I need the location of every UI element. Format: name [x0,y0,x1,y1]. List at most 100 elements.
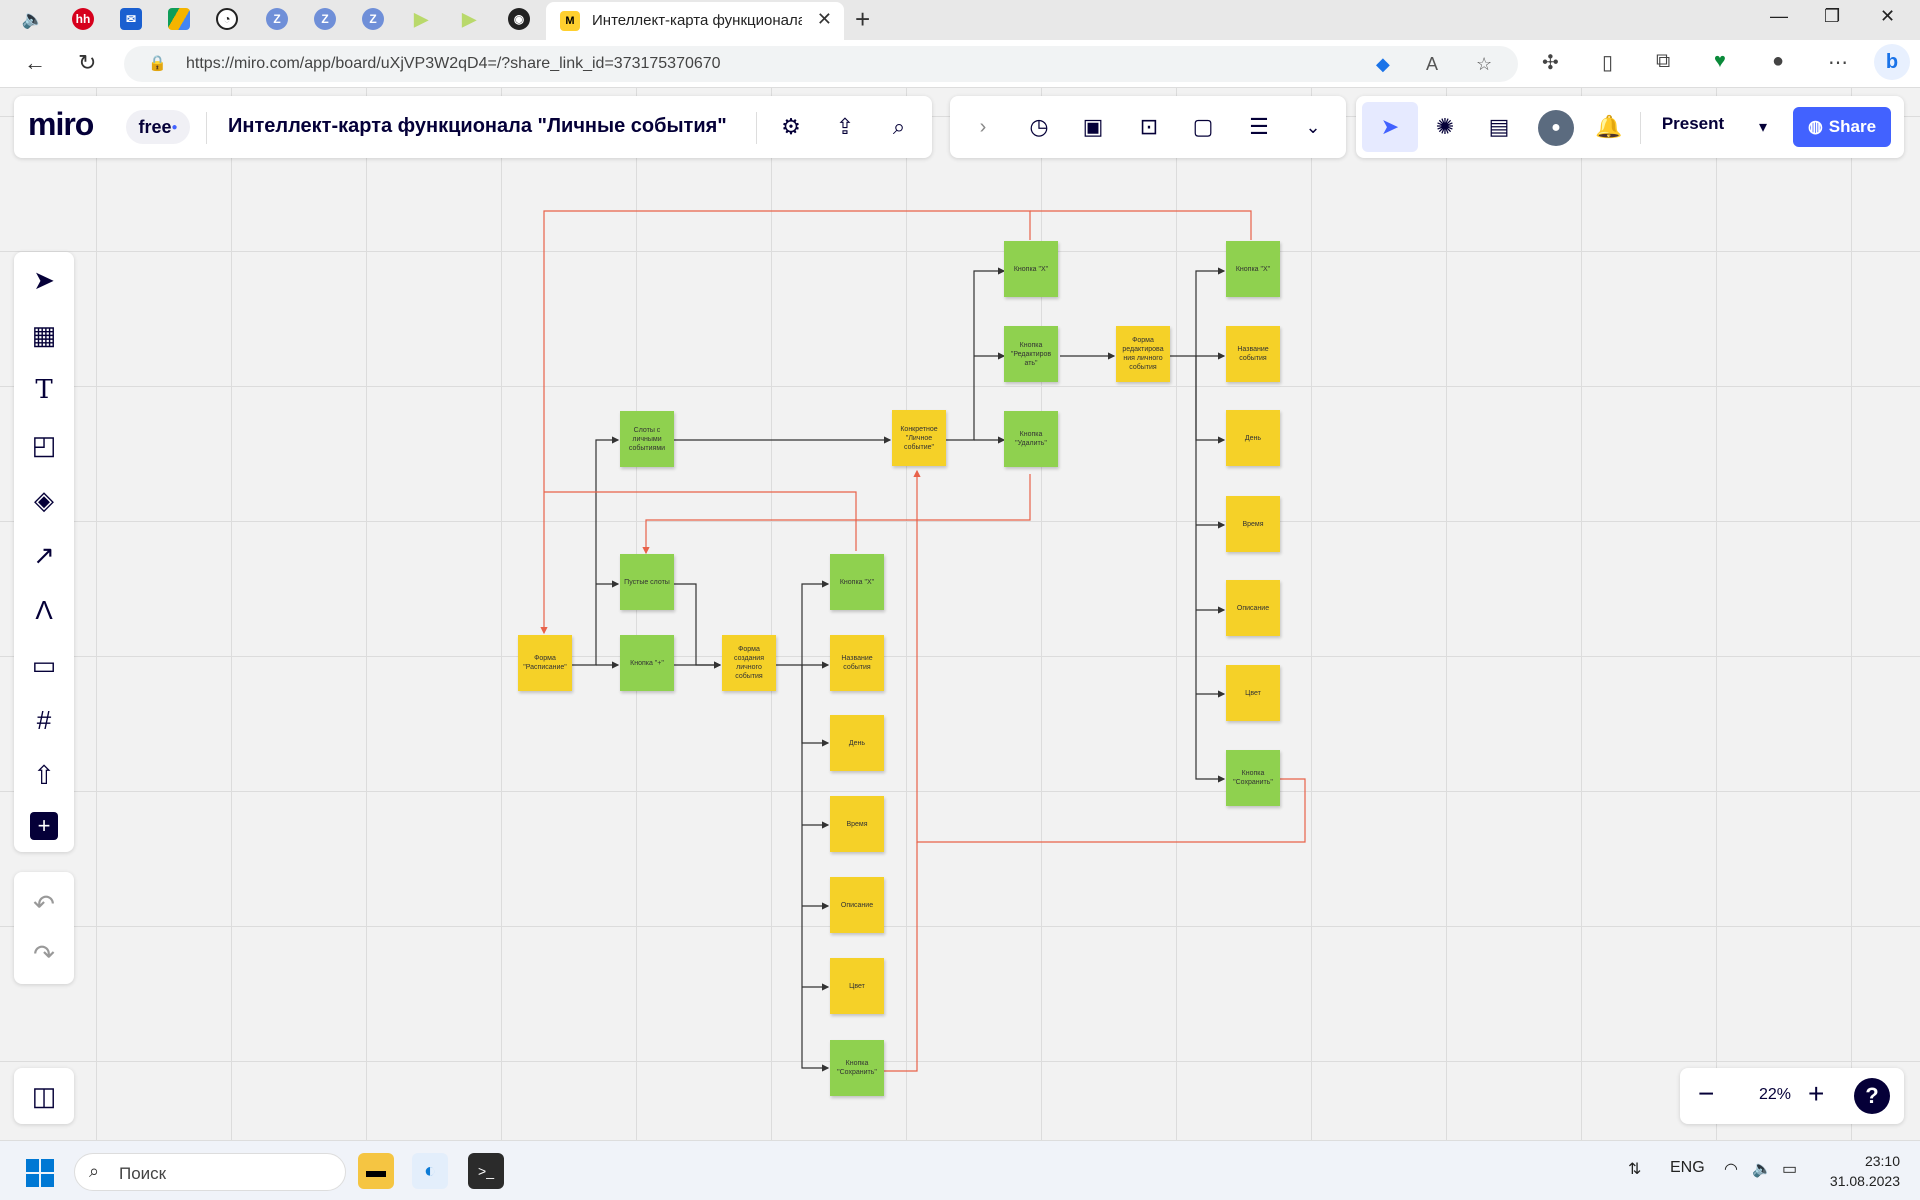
more-apps-plus-icon[interactable]: + [30,812,58,840]
sticky-edit-day[interactable]: День [1226,410,1280,466]
sticky-event-edit[interactable]: Кнопка "Редактиров ать" [1004,326,1058,382]
sticky-edit-time[interactable]: Время [1226,496,1280,552]
avatar[interactable]: ● [1538,110,1574,146]
speaker-icon[interactable]: 🔈 [22,8,44,30]
url-text[interactable]: https://miro.com/app/board/uXjVP3W2qD4=/… [186,55,721,73]
notes-doc-icon[interactable]: ☰ [1242,110,1276,144]
hh-tab-icon[interactable]: hh [72,8,94,30]
collections-icon[interactable]: ⧉ [1656,50,1670,73]
sticky-create-save[interactable]: Кнопка "Сохранить" [830,1040,884,1096]
zoom-tab-icon-1[interactable]: Z [266,8,288,30]
edge-browser-icon[interactable]: ◐ [412,1153,448,1189]
undo-icon[interactable]: ↶ [26,886,62,922]
favorite-star-icon[interactable]: ☆ [1476,54,1492,75]
zoom-in-icon[interactable]: + [1808,1078,1824,1110]
url-field[interactable]: 🔒 https://miro.com/app/board/uXjVP3W2qD4… [124,46,1518,82]
close-tab-icon[interactable]: ✕ [817,9,832,30]
connection-line-icon[interactable]: ↗ [26,537,62,573]
text-tool-icon[interactable]: T [26,372,62,408]
miro-logo[interactable]: miro [28,106,94,143]
sticky-create-x[interactable]: Кнопка "Х" [830,554,884,610]
battery-icon[interactable]: ▭ [1782,1159,1797,1179]
sticky-button-plus[interactable]: Кнопка "+" [620,635,674,691]
cursor-select-icon[interactable]: ➤ [1373,110,1407,144]
reload-icon[interactable]: ↻ [78,50,96,76]
tab-miro-board[interactable]: M Интеллект-карта функционала ✕ [546,2,844,40]
sticky-edit-x[interactable]: Кнопка "Х" [1226,241,1280,297]
volume-icon[interactable]: 🔈 [1752,1159,1772,1179]
github-tab-icon[interactable]: ◉ [508,8,530,30]
sticky-concrete-event[interactable]: Конкретное "Личное событие" [892,410,946,466]
plan-badge[interactable]: free ● [126,110,190,144]
comment-icon[interactable]: ▭ [26,647,62,683]
pen-icon[interactable]: Λ [26,592,62,628]
language-indicator[interactable]: ENG [1670,1159,1705,1177]
wifi-icon[interactable]: ◠ [1724,1159,1738,1179]
file-explorer-icon[interactable]: ▬ [358,1153,394,1189]
sticky-create-name[interactable]: Название события [830,635,884,691]
notifications-bell-icon[interactable]: 🔔 [1592,110,1626,144]
sticky-event-delete[interactable]: Кнопка "Удалить" [1004,411,1058,467]
sticky-form-edit[interactable]: Форма редактирова ния личного события [1116,326,1170,382]
share-button[interactable]: ◍ Share [1793,107,1891,147]
zoom-level[interactable]: 22% [1750,1086,1800,1104]
export-upload-icon[interactable]: ⇪ [828,110,862,144]
windows-start-icon[interactable] [26,1159,54,1187]
sticky-create-time[interactable]: Время [830,796,884,852]
split-screen-icon[interactable]: ▯ [1602,50,1613,75]
celebrate-icon[interactable]: ✺ [1428,110,1462,144]
search-icon[interactable]: ⌕ [882,110,916,144]
help-button[interactable]: ? [1854,1078,1890,1114]
sticky-empty-slots[interactable]: Пустые слоты [620,554,674,610]
read-aloud-icon[interactable]: A [1426,54,1438,75]
timer-icon[interactable]: ◷ [1022,110,1056,144]
bing-copilot-icon[interactable]: b [1874,44,1910,80]
taskbar-search[interactable]: ⌕ Поиск [74,1153,346,1191]
comments-icon[interactable]: ▤ [1482,110,1516,144]
play-tab-icon-2[interactable]: ▶ [458,8,480,30]
browser-essentials-icon[interactable]: ♥ [1714,50,1726,73]
settings-gear-icon[interactable]: ⚙ [774,110,808,144]
restore-icon[interactable]: ❐ [1824,6,1840,27]
zoom-tab-icon-3[interactable]: Z [362,8,384,30]
mail-tab-icon[interactable]: ✉ [120,8,142,30]
back-icon[interactable]: ← [24,50,46,76]
present-button[interactable]: Present [1648,104,1738,144]
tray-settings-icon[interactable]: ⇅ [1628,1159,1641,1179]
coupon-tag-icon[interactable]: ◆ [1376,54,1390,75]
present-dropdown-chevron-icon[interactable]: ▾ [1746,110,1780,144]
shape-reaction-icon[interactable]: ▣ [1076,110,1110,144]
zoom-tab-icon-2[interactable]: Z [314,8,336,30]
zoom-out-icon[interactable]: − [1698,1078,1714,1110]
templates-icon[interactable]: ▦ [26,317,62,353]
chevron-double-down-icon[interactable]: ⌄ [1296,110,1330,144]
shapes-icon[interactable]: ◈ [26,482,62,518]
sticky-edit-name[interactable]: Название события [1226,326,1280,382]
sticky-edit-desc[interactable]: Описание [1226,580,1280,636]
redo-icon[interactable]: ↷ [26,936,62,972]
sticky-edit-save[interactable]: Кнопка "Сохранить" [1226,750,1280,806]
sticky-edit-color[interactable]: Цвет [1226,665,1280,721]
more-icon[interactable]: ⋯ [1828,50,1848,75]
profile-icon[interactable]: ● [1772,50,1784,73]
terminal-icon[interactable]: >_ [468,1153,504,1189]
focus-frame-icon[interactable]: ⊡ [1132,110,1166,144]
chevron-right-icon[interactable]: › [966,110,1000,144]
lock-icon[interactable]: 🔒 [148,54,167,72]
sticky-note-icon[interactable]: ◰ [26,427,62,463]
sticky-create-day[interactable]: День [830,715,884,771]
system-clock[interactable]: 23:10 31.08.2023 [1820,1151,1900,1191]
sticky-form-create[interactable]: Форма создания личного события [722,635,776,691]
sticky-slots-with-events[interactable]: Слоты с личными событиями [620,411,674,467]
upload-icon[interactable]: ⇧ [26,757,62,793]
new-tab-icon[interactable]: + [855,4,870,35]
select-cursor-icon[interactable]: ➤ [26,262,62,298]
board-canvas[interactable]: Форма "Расписание" Слоты с личными событ… [0,88,1920,1140]
timer-tab-icon[interactable]: ◔ [216,8,238,30]
minimize-icon[interactable]: — [1770,6,1788,27]
frame-icon[interactable]: # [26,702,62,738]
extensions-icon[interactable]: ✣ [1542,50,1559,75]
sticky-form-schedule[interactable]: Форма "Расписание" [518,635,572,691]
play-tab-icon-1[interactable]: ▶ [410,8,432,30]
sticky-create-desc[interactable]: Описание [830,877,884,933]
